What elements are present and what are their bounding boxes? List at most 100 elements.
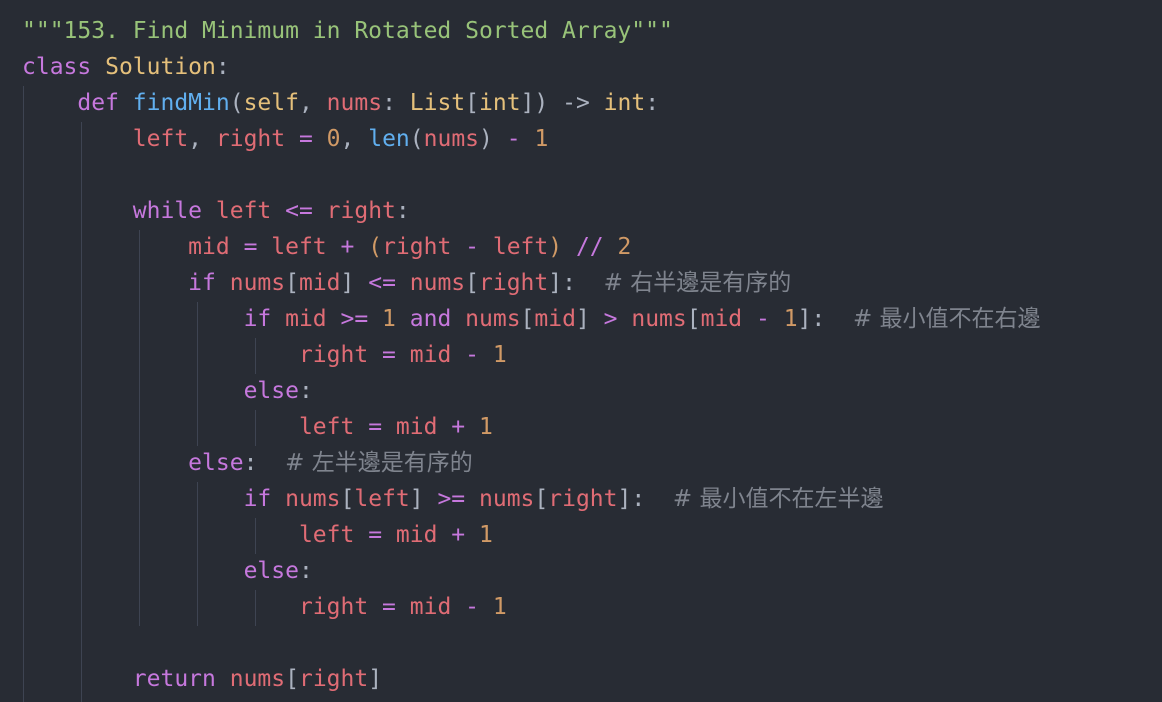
operator-token: - — [492, 126, 535, 152]
operator-token: <= — [354, 270, 410, 296]
punctuation-token: [ — [520, 306, 535, 332]
punctuation-token: : — [215, 54, 230, 80]
variable-token: right — [382, 234, 452, 260]
variable-token: left — [132, 126, 189, 152]
code-line[interactable]: while left <= right: — [22, 193, 410, 229]
punctuation-token: : — [395, 198, 410, 224]
code-line[interactable]: return nums[right] — [22, 661, 382, 697]
operator-token: - — [451, 234, 493, 260]
code-editor[interactable]: """153. Find Minimum in Rotated Sorted A… — [0, 0, 1162, 702]
operator-token: <= — [271, 198, 327, 224]
function-token: findMin — [132, 90, 230, 116]
punctuation-token: ] — [368, 666, 383, 692]
variable-token: right — [548, 486, 618, 512]
variable-token: left — [298, 522, 355, 548]
keyword-token: return — [132, 666, 230, 692]
punctuation-token: [ — [686, 306, 701, 332]
number-token: 1 — [783, 306, 798, 332]
code-line[interactable]: if nums[left] >= nums[right]: # 最小值不在左半邊 — [22, 481, 884, 517]
variable-token: right — [479, 270, 549, 296]
variable-token: mid — [700, 306, 743, 332]
operator-token: >= — [423, 486, 479, 512]
code-line[interactable]: right = mid - 1 — [22, 589, 507, 625]
punctuation-token: [ — [340, 486, 355, 512]
comment-token: # 最小值不在左半邊 — [672, 486, 884, 512]
keyword-token: if — [243, 306, 286, 332]
variable-token: nums — [631, 306, 687, 332]
code-line[interactable]: right = mid - 1 — [22, 337, 507, 373]
variable-token: mid — [395, 414, 438, 440]
operator-token: // — [562, 234, 618, 260]
keyword-token: class — [22, 54, 106, 80]
keyword-token: else — [243, 378, 299, 404]
punctuation-token: , — [340, 126, 369, 152]
punctuation-token: ( — [409, 126, 424, 152]
operator-token: = — [285, 126, 327, 152]
variable-token: mid — [298, 270, 341, 296]
punctuation-token: [ — [465, 90, 480, 116]
code-line[interactable]: class Solution: — [22, 49, 230, 85]
type-token: int — [603, 90, 646, 116]
variable-token: nums — [285, 486, 341, 512]
punctuation-token: : — [645, 90, 660, 116]
operator-token: >= — [326, 306, 383, 332]
number-token: 0 — [326, 126, 341, 152]
punctuation-token: ]: — [548, 270, 576, 296]
comment-token: # 左半邊是有序的 — [285, 450, 473, 476]
string-token: """153. Find Minimum in Rotated Sorted A… — [22, 18, 673, 44]
code-line[interactable]: if nums[mid] <= nums[right]: # 右半邊是有序的 — [22, 265, 791, 301]
variable-token: mid — [534, 306, 576, 332]
punctuation-token: ]: — [797, 306, 826, 332]
code-line[interactable]: if mid >= 1 and nums[mid] > nums[mid - 1… — [22, 301, 1041, 337]
operator-token: - — [451, 594, 493, 620]
keyword-token: else — [188, 450, 244, 476]
punctuation-token: [ — [285, 270, 299, 296]
code-line[interactable]: """153. Find Minimum in Rotated Sorted A… — [22, 13, 673, 49]
variable-token: nums — [229, 270, 286, 296]
code-line[interactable]: left = mid + 1 — [22, 517, 493, 553]
variable-token: right — [326, 198, 396, 224]
variable-token: right — [298, 594, 369, 620]
punctuation-token: ]) — [520, 90, 563, 116]
function-token: len — [368, 126, 410, 152]
keyword-token: else — [243, 558, 299, 584]
comment-token: # 最小值不在右邊 — [852, 306, 1041, 332]
punctuation-token: ] — [575, 306, 590, 332]
keyword-token: while — [132, 198, 216, 224]
number-token: 1 — [534, 126, 549, 152]
code-line[interactable]: left, right = 0, len(nums) - 1 — [22, 121, 549, 157]
code-line[interactable]: else: — [22, 553, 313, 589]
type-token: Solution — [105, 54, 216, 80]
code-line[interactable]: else: — [22, 373, 313, 409]
code-line[interactable]: def findMin(self, nums: List[int]) -> in… — [22, 85, 659, 121]
variable-token: nums — [465, 306, 521, 332]
number-token: 1 — [382, 306, 396, 332]
keyword-token: if — [188, 270, 230, 296]
punctuation-token: [ — [285, 666, 299, 692]
operator-token: - — [451, 342, 493, 368]
operator-token: + — [437, 414, 479, 440]
number-token: 1 — [478, 522, 493, 548]
variable-token: nums — [479, 486, 535, 512]
code-line[interactable]: else: # 左半邊是有序的 — [22, 445, 473, 481]
variable-token: nums — [409, 270, 466, 296]
punctuation-token: , — [188, 126, 216, 152]
variable-token: left — [354, 486, 410, 512]
operator-token: = — [354, 522, 396, 548]
number-token: ( — [368, 234, 383, 260]
code-line[interactable]: mid = left + (right - left) // 2 — [22, 229, 631, 265]
punctuation-token: : — [382, 90, 410, 116]
self-token: self — [243, 90, 299, 116]
code-line[interactable]: left = mid + 1 — [22, 409, 493, 445]
